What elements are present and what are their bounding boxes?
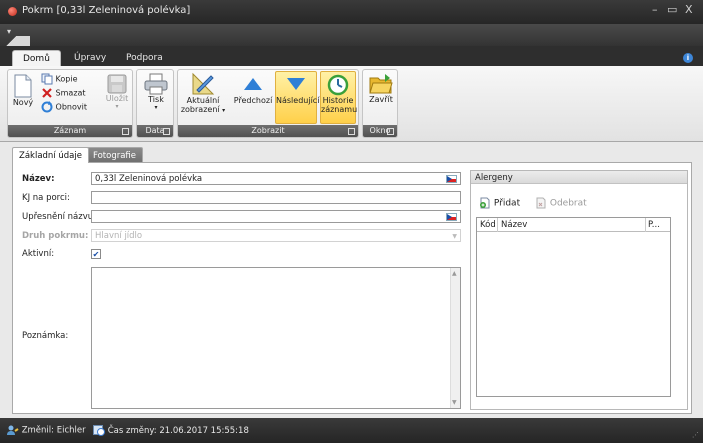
note-textarea[interactable]: ▲ ▼ bbox=[91, 267, 461, 409]
new-button[interactable]: Nový bbox=[11, 74, 35, 107]
save-dropdown-icon: ▾ bbox=[115, 103, 119, 110]
checkmark-icon: ✔ bbox=[92, 250, 100, 259]
user-icon bbox=[7, 425, 19, 435]
column-header-code[interactable]: Kód bbox=[480, 220, 496, 230]
remove-document-icon bbox=[536, 197, 546, 209]
basic-data-panel: Název: 0,33l Zeleninová polévka KJ na po… bbox=[12, 162, 692, 414]
group-label-zaznam: Záznam bbox=[8, 125, 132, 137]
okno-dialog-launcher-icon[interactable] bbox=[387, 128, 394, 135]
ribbon-group-zaznam: Nový Kopie Smazat Obnovit Uložit ▾ Zázna… bbox=[7, 69, 133, 138]
czech-flag-icon[interactable] bbox=[446, 213, 457, 221]
zaznam-dialog-launcher-icon[interactable] bbox=[122, 128, 129, 135]
delete-x-icon bbox=[42, 88, 52, 98]
note-scrollbar[interactable]: ▲ ▼ bbox=[450, 268, 460, 408]
name-specification-label: Upřesnění názvu: bbox=[22, 212, 96, 222]
maximize-button[interactable]: ▭ bbox=[667, 3, 677, 16]
ruler-pencil-icon bbox=[192, 72, 215, 95]
status-bar: Změnil: Eichler Čas změny: 21.06.2017 15… bbox=[0, 418, 703, 443]
resize-grip-icon[interactable]: ⋰ bbox=[692, 431, 699, 439]
app-menu-button[interactable] bbox=[0, 36, 30, 46]
delete-button[interactable]: Smazat bbox=[41, 87, 86, 99]
name-specification-field[interactable] bbox=[91, 210, 461, 223]
window-title: Pokrm [0,33l Zeleninová polévka] bbox=[22, 5, 191, 16]
tab-photos[interactable]: Fotografie bbox=[86, 147, 144, 163]
help-icon[interactable]: i bbox=[683, 53, 693, 63]
app-icon bbox=[8, 7, 17, 16]
tab-upravy[interactable]: Úpravy bbox=[64, 50, 116, 66]
ribbon-group-okno: Zavřít Okno bbox=[362, 69, 398, 138]
czech-flag-icon[interactable] bbox=[446, 175, 457, 183]
new-document-icon bbox=[14, 74, 32, 98]
data-dialog-launcher-icon[interactable] bbox=[163, 128, 170, 135]
printer-icon bbox=[144, 73, 168, 95]
name-field[interactable]: 0,33l Zeleninová polévka bbox=[91, 172, 461, 185]
column-header-p[interactable]: P... bbox=[648, 220, 660, 230]
title-bar: Pokrm [0,33l Zeleninová polévka] – ▭ X bbox=[0, 0, 703, 24]
copy-icon bbox=[41, 73, 53, 85]
quick-access-dropdown-icon[interactable]: ▾ bbox=[7, 27, 11, 36]
current-view-dropdown-icon: ▾ bbox=[222, 107, 226, 114]
current-view-button[interactable]: Aktuální zobrazení ▾ bbox=[179, 72, 227, 114]
print-dropdown-icon: ▾ bbox=[154, 104, 158, 111]
stopwatch-icon bbox=[327, 74, 349, 96]
quick-access-toolbar: ▾ bbox=[0, 24, 703, 46]
next-button[interactable]: Následující bbox=[275, 71, 319, 124]
calendar-clock-icon bbox=[93, 425, 105, 436]
arrow-down-icon bbox=[287, 78, 305, 90]
column-header-name[interactable]: Název bbox=[501, 220, 527, 230]
save-disk-icon bbox=[107, 74, 127, 94]
change-time-item: Čas změny: 21.06.2017 15:55:18 bbox=[93, 425, 249, 436]
ribbon: Nový Kopie Smazat Obnovit Uložit ▾ Zázna… bbox=[0, 66, 703, 142]
dish-type-label: Druh pokrmu: bbox=[22, 231, 89, 241]
refresh-button[interactable]: Obnovit bbox=[41, 101, 87, 113]
tab-podpora[interactable]: Podpora bbox=[116, 50, 173, 66]
tab-domu[interactable]: Domů bbox=[12, 50, 61, 66]
folder-open-icon bbox=[369, 74, 393, 94]
scroll-up-icon[interactable]: ▲ bbox=[452, 270, 457, 277]
allergens-grid[interactable]: Kód Název P... bbox=[476, 217, 671, 397]
chevron-down-icon: ▼ bbox=[452, 233, 457, 240]
group-label-zobrazit: Zobrazit bbox=[178, 125, 358, 137]
active-checkbox[interactable]: ✔ bbox=[91, 249, 101, 259]
arrow-up-icon bbox=[244, 78, 262, 90]
remove-allergen-button[interactable]: Odebrat bbox=[535, 197, 587, 209]
close-button[interactable]: X bbox=[685, 3, 693, 16]
print-button[interactable]: Tisk ▾ bbox=[141, 73, 171, 111]
changed-by-item: Změnil: Eichler bbox=[7, 425, 86, 436]
note-label: Poznámka: bbox=[22, 331, 69, 341]
allergens-title: Alergeny bbox=[471, 171, 687, 184]
scroll-down-icon[interactable]: ▼ bbox=[452, 399, 457, 406]
save-button[interactable]: Uložit ▾ bbox=[104, 74, 130, 110]
add-document-icon bbox=[480, 197, 490, 209]
ribbon-group-zobrazit: Aktuální zobrazení ▾ Předchozí Následují… bbox=[177, 69, 359, 138]
close-window-button[interactable]: Zavřít bbox=[365, 73, 397, 104]
ribbon-group-data: Tisk ▾ Data bbox=[136, 69, 174, 138]
refresh-icon bbox=[41, 101, 53, 113]
copy-button[interactable]: Kopie bbox=[41, 73, 78, 85]
content-area: Základní údaje Fotografie Název: 0,33l Z… bbox=[0, 142, 703, 418]
ribbon-tab-strip: Domů Úpravy Podpora i bbox=[0, 46, 703, 66]
previous-button[interactable]: Předchozí bbox=[232, 72, 274, 105]
name-label: Název: bbox=[22, 174, 55, 184]
record-history-button[interactable]: Historie záznamu bbox=[320, 71, 357, 124]
kj-per-portion-label: KJ na porci: bbox=[22, 193, 70, 203]
tab-basic-data[interactable]: Základní údaje bbox=[12, 147, 89, 163]
minimize-button[interactable]: – bbox=[652, 3, 658, 16]
add-allergen-button[interactable]: Přidat bbox=[479, 197, 520, 209]
active-label: Aktivní: bbox=[22, 249, 55, 259]
allergens-grid-header: Kód Název P... bbox=[477, 218, 670, 232]
kj-per-portion-field[interactable] bbox=[91, 191, 461, 204]
allergens-group: Alergeny Přidat Odebrat Kód Název P... bbox=[470, 170, 688, 410]
dish-type-select[interactable]: Hlavní jídlo ▼ bbox=[91, 229, 461, 242]
zobrazit-dialog-launcher-icon[interactable] bbox=[348, 128, 355, 135]
